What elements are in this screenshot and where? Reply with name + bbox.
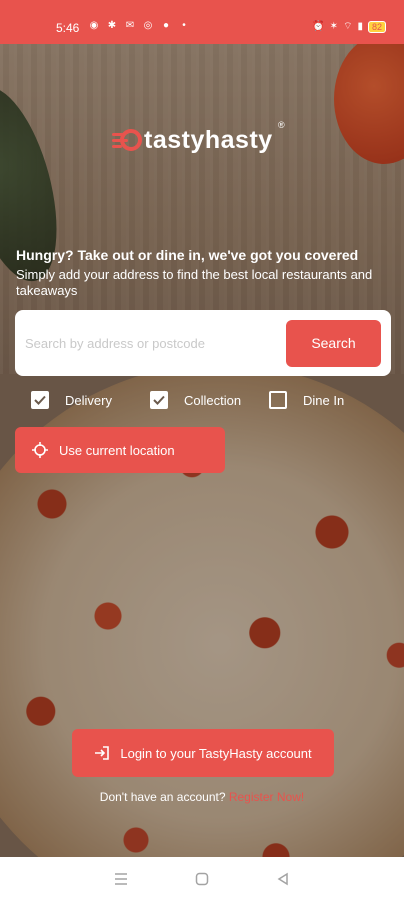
status-bar: 5:46 ◉ ✱ ✉ ◎ ● • ⏰ ✶ ⌔ ▮ 82 [0, 0, 404, 44]
podcast-icon: ● [162, 20, 170, 31]
system-icons: ⏰ ✶ ⌔ ▮ 82 [312, 20, 386, 33]
order-type-options: Delivery Collection Dine In [31, 391, 391, 413]
register-row: Don't have an account? Register Now! [0, 790, 404, 804]
use-current-location-label: Use current location [59, 442, 175, 458]
signal-icon: ▮ [357, 21, 363, 32]
bell-icon: ✱ [107, 20, 117, 31]
checkmark-icon [153, 395, 165, 405]
headline: Hungry? Take out or dine in, we've got y… [16, 247, 359, 263]
mail-icon: ✉ [125, 20, 135, 31]
crosshair-icon [32, 442, 48, 458]
option-dine-in[interactable]: Dine In [269, 391, 344, 409]
registered-mark: ® [278, 120, 285, 130]
bluetooth-icon: ✶ [329, 21, 339, 32]
logo-text: tastyhasty [144, 125, 273, 154]
back-icon[interactable] [275, 871, 291, 887]
menu-icon[interactable] [113, 871, 129, 887]
register-prompt: Don't have an account? [99, 790, 226, 804]
status-time: 5:46 [56, 21, 80, 35]
option-delivery[interactable]: Delivery [31, 391, 112, 409]
register-now-link[interactable]: Register Now! [229, 790, 304, 804]
messenger-icon: ◎ [143, 20, 153, 31]
notification-icons: ◉ ✱ ✉ ◎ ● • [88, 20, 190, 32]
collection-label: Collection [184, 392, 242, 408]
option-collection[interactable]: Collection [150, 391, 241, 409]
wifi-icon: ⌔ [343, 21, 353, 32]
system-nav-bar [0, 857, 404, 900]
battery-icon: 82 [367, 20, 386, 33]
more-dot-icon: • [182, 20, 186, 31]
login-button[interactable]: Login to your TastyHasty account [72, 729, 334, 777]
subline: Simply add your address to find the best… [16, 267, 373, 298]
collection-checkbox[interactable] [150, 391, 168, 409]
whatsapp-icon: ◉ [89, 20, 99, 31]
login-icon [94, 745, 110, 761]
brand-logo: tastyhasty ® [112, 120, 285, 160]
alarm-icon: ⏰ [312, 21, 325, 32]
dine-in-label: Dine In [303, 392, 345, 408]
home-icon[interactable] [194, 871, 210, 887]
address-search-input[interactable] [15, 323, 286, 363]
search-button[interactable]: Search [286, 319, 381, 367]
dine-in-checkbox[interactable] [269, 391, 287, 409]
delivery-label: Delivery [65, 392, 112, 408]
logo-mark-icon [112, 125, 142, 155]
login-label: Login to your TastyHasty account [120, 745, 312, 761]
search-card: Search [15, 310, 391, 376]
use-current-location-button[interactable]: Use current location [15, 427, 225, 473]
delivery-checkbox[interactable] [31, 391, 49, 409]
checkmark-icon [34, 395, 46, 405]
